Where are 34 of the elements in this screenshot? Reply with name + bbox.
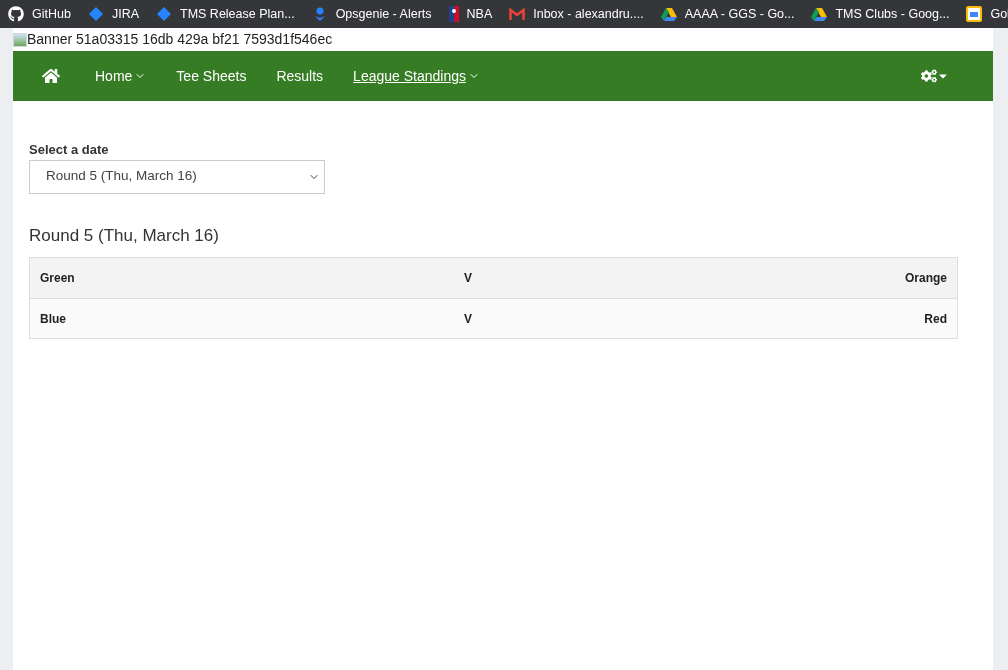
home-icon[interactable] bbox=[42, 67, 60, 85]
triangle-icon bbox=[660, 7, 677, 21]
nav-link[interactable]: League Standings bbox=[338, 65, 495, 87]
broken-image-icon bbox=[13, 32, 27, 47]
bookmark-link[interactable]: AAAA - GGS - Go... bbox=[660, 4, 795, 24]
bookmark-link[interactable]: Opsgenie - Alerts bbox=[311, 4, 432, 24]
github-icon bbox=[8, 6, 24, 22]
bookmark-link[interactable]: GitHub bbox=[8, 4, 71, 24]
team-name: Blue bbox=[40, 310, 67, 328]
nav-link[interactable]: Home bbox=[80, 65, 162, 87]
bookmark-link[interactable]: JIRA bbox=[87, 4, 139, 24]
settings-menu-button[interactable] bbox=[921, 68, 949, 84]
team-name: Red bbox=[924, 310, 947, 328]
round-heading: Round 5 (Thu, March 16) bbox=[29, 224, 220, 247]
date-select[interactable]: Round 5 (Thu, March 16) bbox=[29, 159, 325, 194]
mail-icon bbox=[509, 8, 526, 20]
diamond-icon bbox=[87, 6, 104, 22]
versus-label: V bbox=[464, 270, 472, 287]
team-name: Orange bbox=[905, 270, 947, 287]
logo-icon bbox=[448, 6, 459, 22]
versus-label: V bbox=[464, 310, 472, 328]
bookmark-link[interactable]: TMS Clubs - Goog... bbox=[811, 4, 950, 24]
calendar-icon bbox=[966, 6, 983, 22]
nav-link[interactable]: Tee Sheets bbox=[161, 65, 262, 87]
triangle-icon bbox=[811, 7, 828, 21]
bookmark-link[interactable]: TMS Release Plan... bbox=[156, 4, 295, 24]
team-name: Green bbox=[40, 270, 76, 287]
settings-icon bbox=[921, 68, 937, 84]
diamond-icon bbox=[156, 6, 172, 22]
nav-link[interactable]: Results bbox=[261, 65, 339, 87]
bookmark-link[interactable]: NBA bbox=[448, 4, 493, 24]
field-label: Select a date bbox=[29, 141, 110, 159]
bookmark-link[interactable]: Inbox - alexandru.... bbox=[509, 4, 644, 24]
banner-alt-text: Banner 51a03315 16db 429a bf21 7593d1f546ec bbox=[27, 30, 333, 49]
